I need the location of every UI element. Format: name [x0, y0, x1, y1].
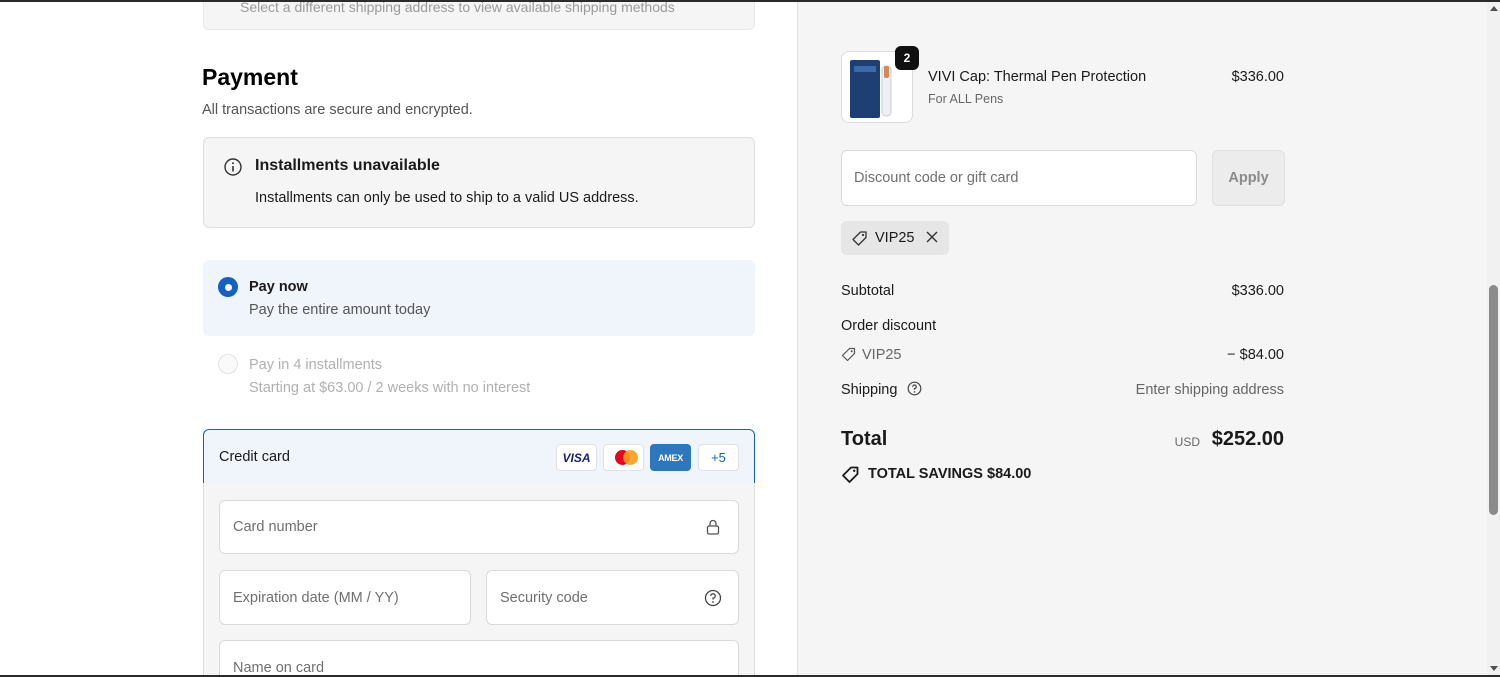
installments-subtitle: Starting at $63.00 / 2 weeks with no int… [249, 380, 531, 396]
scroll-down-arrow-icon[interactable] [1490, 666, 1498, 671]
subtotal-value: $336.00 [1231, 283, 1284, 299]
discount-placeholder: Discount code or gift card [854, 170, 1019, 186]
shipping-label: Shipping [841, 382, 898, 398]
help-circle-icon[interactable] [704, 589, 722, 607]
notice-text: Installments can only be used to ship to… [255, 190, 639, 206]
total-value: $252.00 [1211, 428, 1284, 450]
credit-card-option[interactable]: Credit card VISA AMEX +5 [203, 429, 755, 486]
product-price: $336.00 [1231, 69, 1284, 85]
pay-now-radio[interactable] [218, 277, 238, 297]
installments-option: Pay in 4 installments Starting at $63.00… [203, 347, 755, 407]
shipping-notice-text: Select a different shipping address to v… [240, 2, 675, 15]
subtotal-label: Subtotal [841, 283, 895, 299]
pay-now-title: Pay now [249, 279, 308, 295]
lock-icon [706, 519, 720, 535]
scrollbar-thumb[interactable] [1489, 285, 1498, 515]
card-number-placeholder: Card number [233, 519, 318, 535]
notice-title: Installments unavailable [255, 157, 440, 174]
expiration-placeholder: Expiration date (MM / YY) [233, 589, 399, 606]
order-summary: 2 VIVI Cap: Thermal Pen Protection For A… [797, 2, 1487, 675]
apply-button[interactable]: Apply [1212, 150, 1285, 206]
payment-subtitle: All transactions are secure and encrypte… [202, 102, 473, 118]
remove-code-icon[interactable] [924, 229, 940, 245]
installments-radio [218, 354, 238, 374]
info-icon [224, 158, 242, 176]
expiration-date-field[interactable]: Expiration date (MM / YY) [219, 570, 471, 625]
name-on-card-field[interactable]: Name on card [219, 640, 739, 677]
credit-card-label: Credit card [219, 449, 290, 465]
mastercard-icon [603, 444, 644, 471]
shipping-value: Enter shipping address [1135, 382, 1284, 398]
product-name: VIVI Cap: Thermal Pen Protection [928, 69, 1147, 85]
security-code-field[interactable]: Security code [486, 570, 739, 625]
shipping-method-notice: Select a different shipping address to v… [203, 2, 755, 30]
total-label: Total [841, 428, 888, 450]
total-savings-value: $84.00 [987, 466, 1032, 482]
name-on-card-placeholder: Name on card [233, 660, 325, 676]
visa-icon: VISA [556, 444, 597, 471]
total-savings-label: TOTAL SAVINGS [868, 466, 983, 482]
pay-now-subtitle: Pay the entire amount today [249, 302, 431, 318]
installments-unavailable-notice: Installments unavailable Installments ca… [203, 137, 755, 228]
page-scrollbar[interactable] [1487, 2, 1500, 675]
total-currency: USD [1174, 435, 1200, 449]
savings-tag-icon [842, 466, 859, 483]
shipping-help-icon[interactable] [907, 381, 922, 396]
tag-icon [852, 231, 867, 246]
discount-value: − $84.00 [1227, 347, 1284, 363]
discount-code-label: VIP25 [862, 347, 902, 363]
security-code-placeholder: Security code [500, 589, 588, 606]
card-number-field[interactable]: Card number [219, 500, 739, 554]
installments-title: Pay in 4 installments [249, 357, 382, 373]
order-discount-label: Order discount [841, 318, 937, 334]
applied-code-label: VIP25 [875, 230, 915, 246]
discount-code-input[interactable]: Discount code or gift card [841, 150, 1197, 206]
amex-icon: AMEX [650, 444, 691, 471]
product-variant: For ALL Pens [928, 92, 1004, 106]
discount-tag-icon [841, 347, 856, 362]
quantity-badge: 2 [895, 46, 919, 70]
payment-title: Payment [202, 64, 298, 90]
pay-now-option[interactable]: Pay now Pay the entire amount today [203, 260, 755, 336]
more-brands-badge[interactable]: +5 [698, 444, 739, 471]
applied-code-chip: VIP25 [841, 221, 949, 255]
scroll-up-arrow-icon[interactable] [1490, 6, 1498, 11]
